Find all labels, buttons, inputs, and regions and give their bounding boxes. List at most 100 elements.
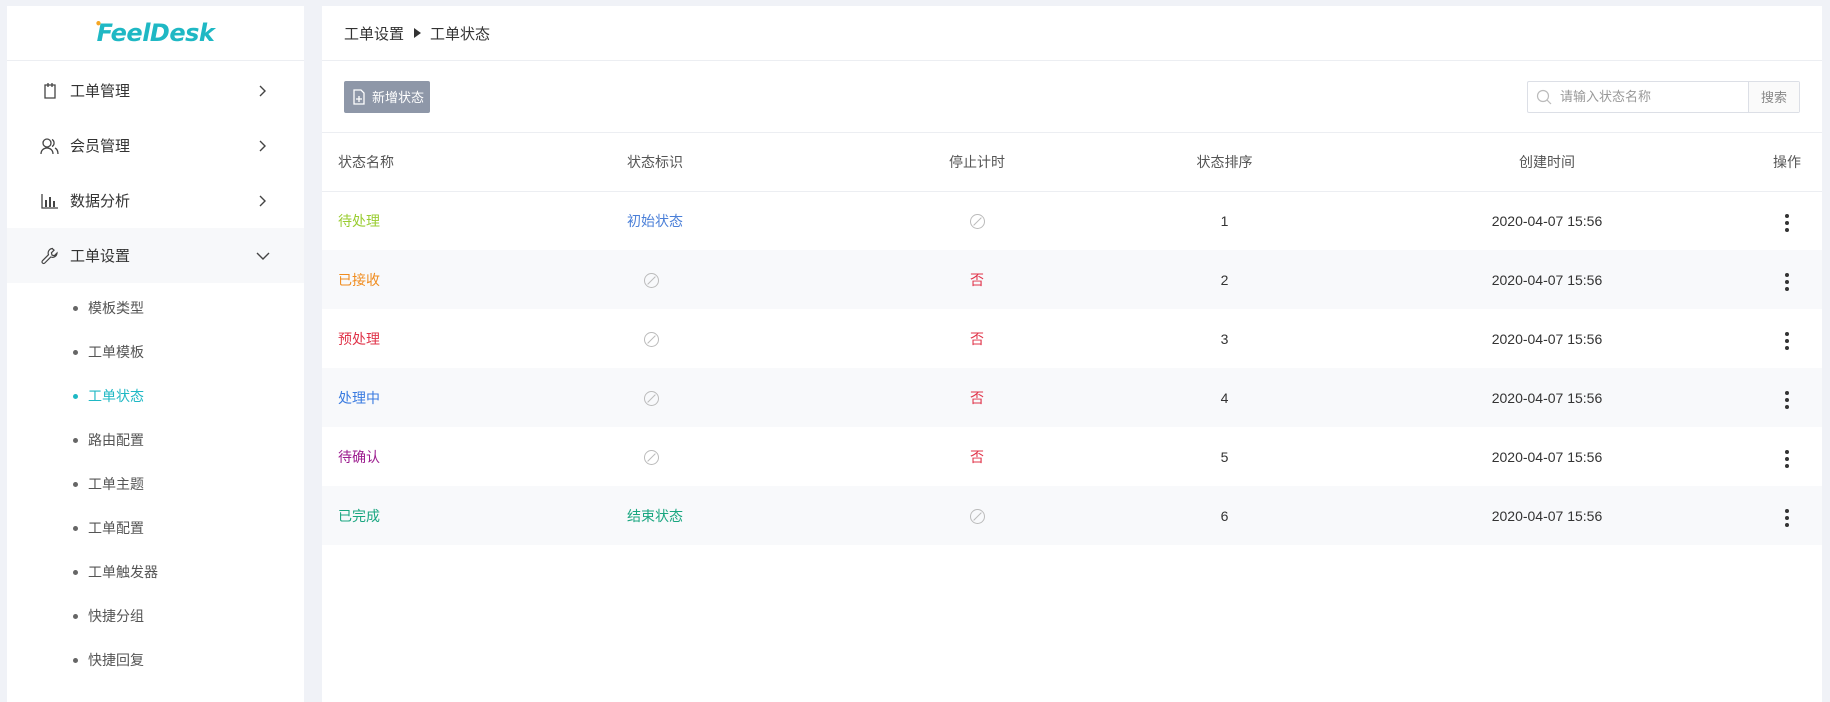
table-row: 预处理 否 3 2020-04-07 15:56: [322, 309, 1822, 368]
table-row: 已完成 结束状态 6 2020-04-07 15:56: [322, 486, 1822, 545]
wrench-icon: [40, 246, 60, 266]
table-header-row: 状态名称 状态标识 停止计时 状态排序 创建时间 操作: [322, 133, 1822, 192]
breadcrumb-parent[interactable]: 工单设置: [344, 23, 404, 44]
submenu-item-ticket-status[interactable]: 工单状态: [7, 374, 304, 418]
status-name: 已完成: [338, 507, 380, 524]
search-field: [1528, 82, 1748, 112]
submenu-item-template-type[interactable]: 模板类型: [7, 286, 304, 330]
sidebar-item-member-management[interactable]: 会员管理: [7, 118, 304, 173]
bullet-icon: [73, 569, 78, 575]
logo[interactable]: • FeelDesk: [94, 17, 215, 47]
ban-icon: [969, 214, 985, 230]
breadcrumb: 工单设置 工单状态: [322, 6, 1822, 61]
submenu-item-label: 工单配置: [88, 520, 144, 536]
more-actions-icon[interactable]: [1781, 505, 1793, 531]
stop-timer-value: 否: [970, 389, 984, 406]
submenu-item-ticket-trigger[interactable]: 工单触发器: [7, 550, 304, 594]
submenu-item-ticket-topic[interactable]: 工单主题: [7, 462, 304, 506]
created-time: 2020-04-07 15:56: [1491, 507, 1603, 524]
submenu-item-quick-reply[interactable]: 快捷回复: [7, 638, 304, 682]
search-button[interactable]: 搜索: [1748, 81, 1799, 112]
logo-area: • FeelDesk: [7, 6, 304, 61]
bullet-icon: [73, 437, 78, 443]
created-time: 2020-04-07 15:56: [1491, 330, 1603, 347]
submenu-item-label: 路由配置: [88, 432, 144, 448]
more-actions-icon[interactable]: [1781, 387, 1793, 413]
status-name: 已接收: [338, 271, 380, 288]
users-icon: [40, 136, 60, 156]
more-actions-icon[interactable]: [1781, 328, 1793, 354]
submenu-item-quick-group[interactable]: 快捷分组: [7, 594, 304, 638]
ban-icon: [643, 390, 659, 406]
status-table: 状态名称 状态标识 停止计时 状态排序 创建时间 操作 待处理 初始状态 1 2…: [322, 133, 1822, 545]
sidebar-item-ticket-management[interactable]: 工单管理: [7, 63, 304, 118]
main-panel: 工单设置 工单状态 新增状态 搜索 状态名称 状态标识 停止计时 状态排序 创建…: [322, 6, 1822, 702]
column-header-actions: 操作: [1752, 133, 1822, 192]
status-sort: 1: [1220, 212, 1229, 229]
status-sort: 2: [1220, 271, 1229, 288]
ban-icon: [643, 272, 659, 288]
table-row: 处理中 否 4 2020-04-07 15:56: [322, 368, 1822, 427]
sidebar-item-label: 工单管理: [70, 83, 131, 100]
bullet-icon: [73, 525, 78, 531]
created-time: 2020-04-07 15:56: [1491, 271, 1603, 288]
submenu-item-label: 快捷分组: [88, 608, 144, 624]
more-actions-icon[interactable]: [1781, 446, 1793, 472]
more-actions-icon[interactable]: [1781, 269, 1793, 295]
bullet-icon: [73, 393, 78, 399]
status-name: 处理中: [338, 389, 380, 406]
breadcrumb-current: 工单状态: [430, 25, 491, 43]
column-header-sort: 状态排序: [1107, 133, 1342, 192]
submenu-item-ticket-config[interactable]: 工单配置: [7, 506, 304, 550]
chevron-right-icon: [256, 194, 270, 208]
submenu-item-label: 工单触发器: [88, 564, 158, 580]
add-document-icon: [353, 88, 365, 105]
sidebar-item-label: 会员管理: [70, 138, 131, 155]
status-name: 待确认: [338, 448, 380, 465]
submenu-item-label: 工单模板: [88, 344, 144, 360]
bullet-icon: [73, 481, 78, 487]
more-actions-icon[interactable]: [1781, 210, 1793, 236]
submenu-item-label: 工单状态: [88, 388, 144, 404]
bullet-icon: [73, 305, 78, 311]
sidebar: • FeelDesk 工单管理 会员管理 数据分析 工单设置 模板类型 工单模板…: [7, 6, 304, 702]
search-input[interactable]: [1560, 89, 1740, 104]
caret-right-icon: [414, 28, 422, 38]
sidebar-item-label: 工单设置: [70, 248, 131, 265]
created-time: 2020-04-07 15:56: [1491, 389, 1603, 406]
ticket-settings-submenu: 模板类型 工单模板 工单状态 路由配置 工单主题 工单配置 工单触发器 快捷分组…: [7, 283, 304, 682]
ticket-icon: [40, 81, 60, 101]
table-row: 待处理 初始状态 1 2020-04-07 15:56: [322, 191, 1822, 250]
status-sort: 5: [1220, 448, 1229, 465]
sidebar-menu: 工单管理 会员管理 数据分析 工单设置 模板类型 工单模板 工单状态 路由配置 …: [7, 63, 304, 682]
submenu-item-label: 快捷回复: [88, 652, 144, 668]
submenu-item-label: 模板类型: [88, 300, 144, 316]
search-box: 搜索: [1527, 80, 1800, 113]
ban-icon: [643, 331, 659, 347]
stop-timer-value: 否: [970, 330, 984, 347]
table-row: 待确认 否 5 2020-04-07 15:56: [322, 427, 1822, 486]
column-header-name: 状态名称: [322, 133, 627, 192]
submenu-item-routing-config[interactable]: 路由配置: [7, 418, 304, 462]
table-body: 待处理 初始状态 1 2020-04-07 15:56 已接收 否 2 2020…: [322, 191, 1822, 545]
submenu-item-ticket-template[interactable]: 工单模板: [7, 330, 304, 374]
bullet-icon: [73, 657, 78, 663]
bar-chart-icon: [40, 191, 60, 211]
add-status-button[interactable]: 新增状态: [344, 80, 431, 113]
ban-icon: [969, 508, 985, 524]
sidebar-item-ticket-settings[interactable]: 工单设置: [7, 228, 304, 283]
column-header-created: 创建时间: [1342, 133, 1752, 192]
logo-mark-icon: •: [94, 17, 103, 31]
status-flag: 结束状态: [627, 507, 683, 524]
chevron-down-icon: [256, 249, 270, 263]
chevron-right-icon: [256, 139, 270, 153]
sidebar-item-data-analysis[interactable]: 数据分析: [7, 173, 304, 228]
status-sort: 4: [1220, 389, 1229, 406]
status-name: 待处理: [338, 212, 380, 229]
logo-text: FeelDesk: [96, 19, 215, 47]
stop-timer-value: 否: [970, 448, 984, 465]
chevron-right-icon: [256, 84, 270, 98]
sidebar-item-label: 数据分析: [70, 193, 131, 210]
created-time: 2020-04-07 15:56: [1491, 448, 1603, 465]
column-header-stop-timer: 停止计时: [847, 133, 1107, 192]
